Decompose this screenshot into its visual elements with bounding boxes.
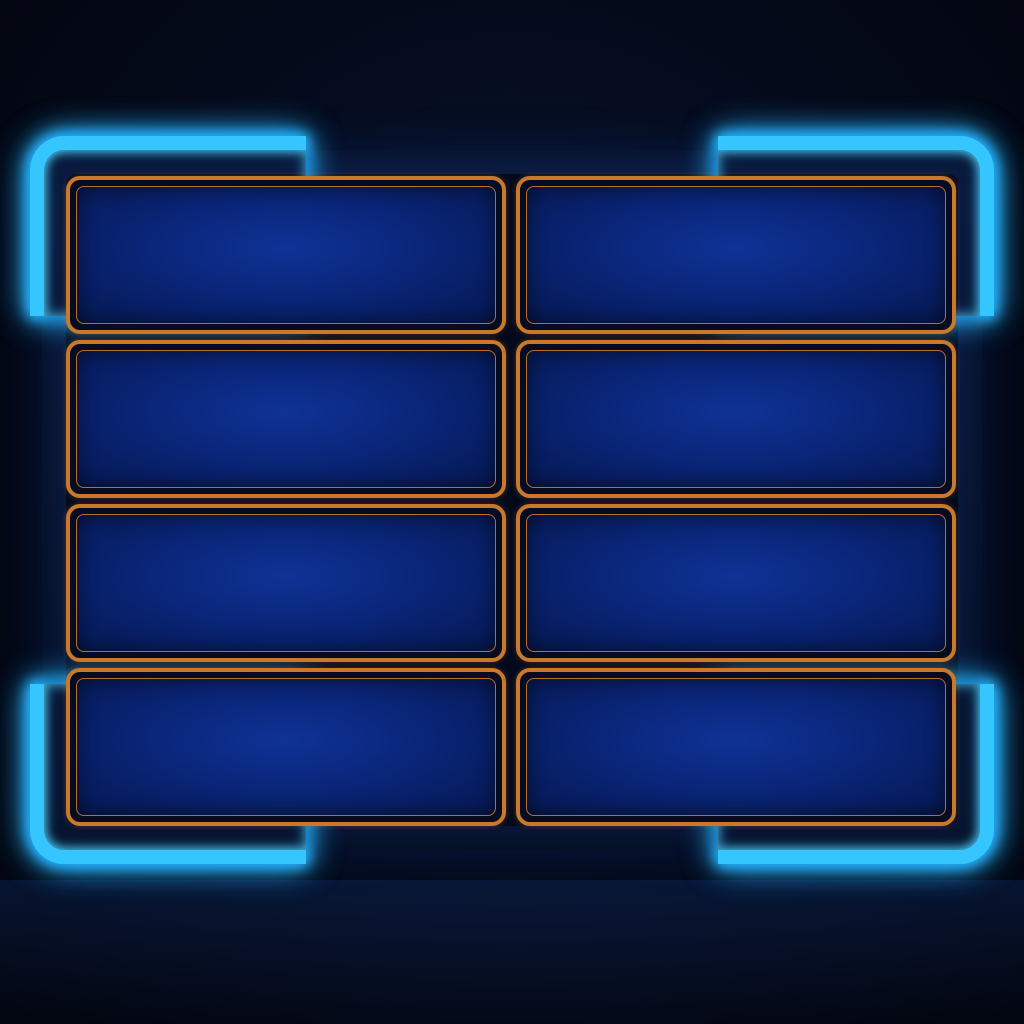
floor-reflection: [0, 880, 1024, 1024]
answer-tile-2[interactable]: [516, 176, 956, 334]
answer-tile-7-label: [76, 678, 496, 816]
answer-tile-4-label: [526, 350, 946, 488]
answer-tile-3-label: [76, 350, 496, 488]
answer-board-grid: [66, 176, 958, 828]
answer-tile-3[interactable]: [66, 340, 506, 498]
answer-tile-2-label: [526, 186, 946, 324]
answer-tile-1[interactable]: [66, 176, 506, 334]
answer-tile-6-label: [526, 514, 946, 652]
answer-tile-8-label: [526, 678, 946, 816]
answer-tile-1-label: [76, 186, 496, 324]
answer-tile-6[interactable]: [516, 504, 956, 662]
answer-tile-4[interactable]: [516, 340, 956, 498]
answer-tile-5-label: [76, 514, 496, 652]
answer-tile-8[interactable]: [516, 668, 956, 826]
answer-tile-7[interactable]: [66, 668, 506, 826]
answer-tile-5[interactable]: [66, 504, 506, 662]
game-stage: [0, 0, 1024, 1024]
